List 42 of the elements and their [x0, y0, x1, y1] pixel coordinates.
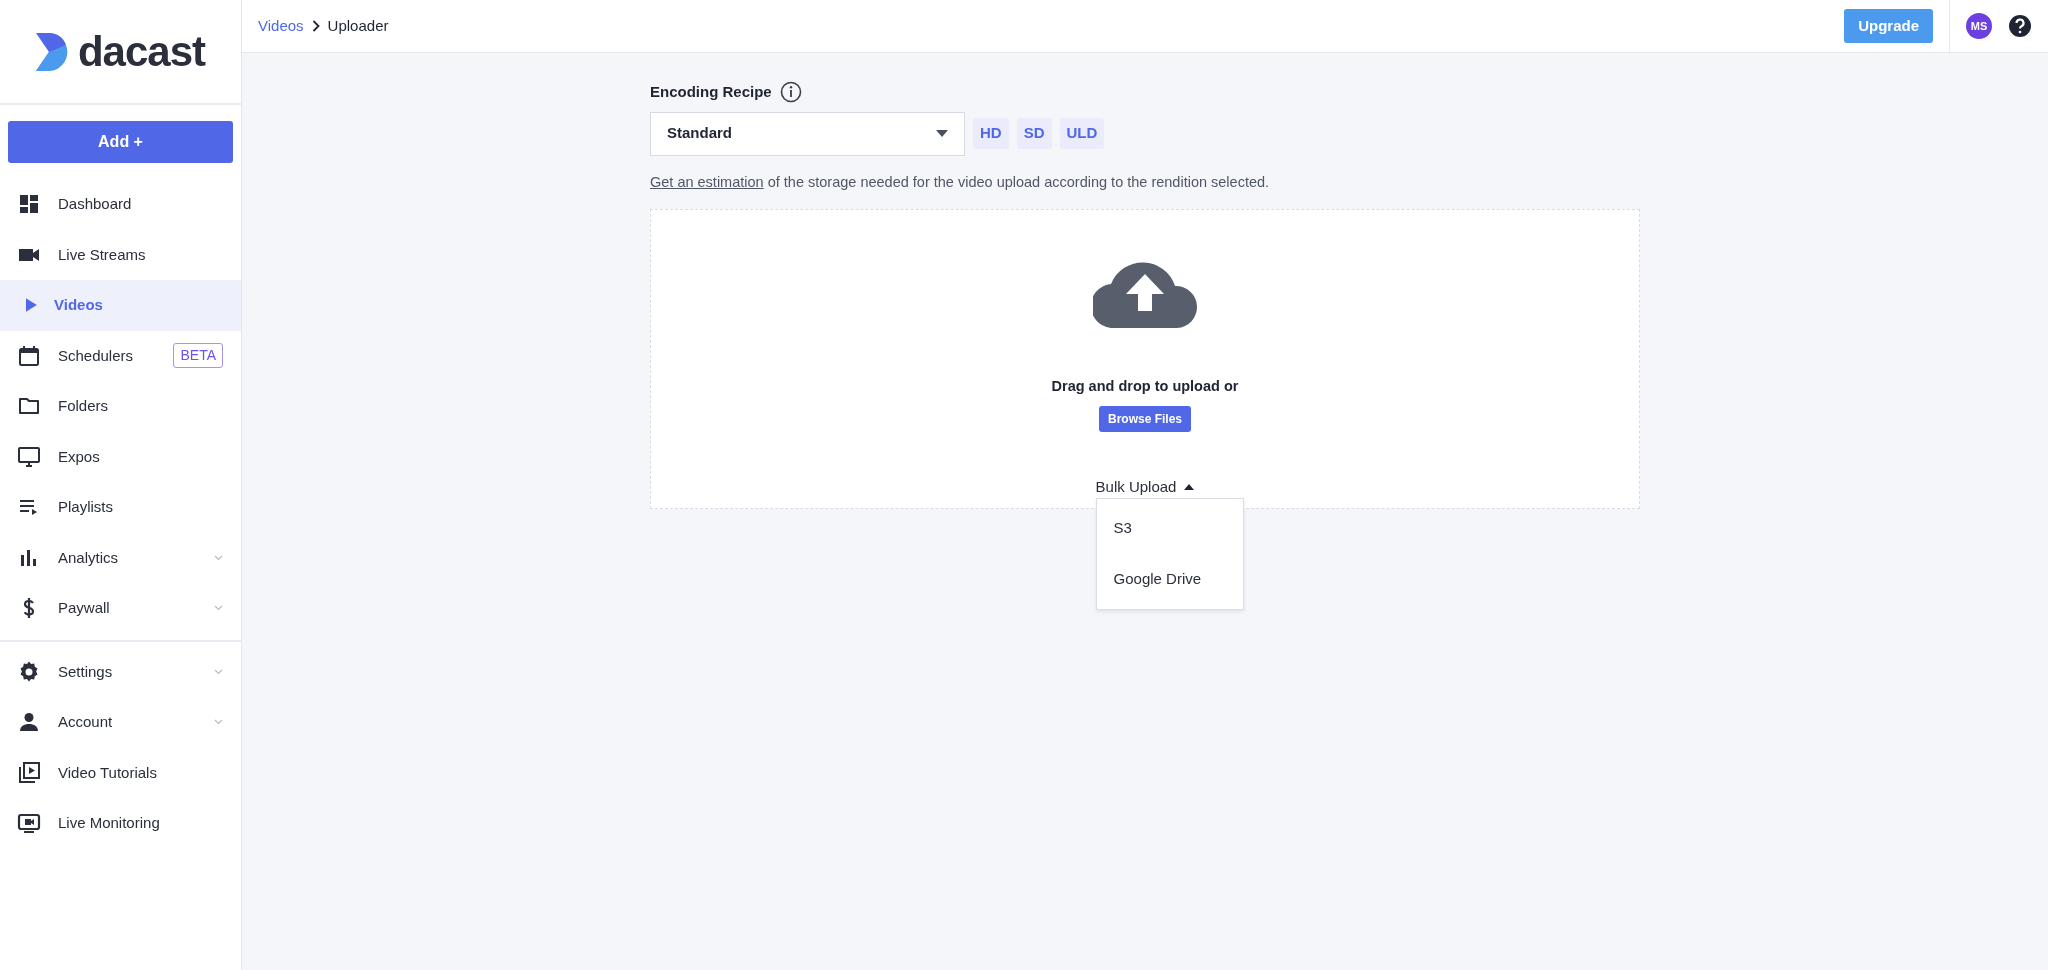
- estimation-link[interactable]: Get an estimation: [650, 173, 764, 190]
- sidebar-item[interactable]: Video Tutorials: [0, 747, 241, 798]
- menu-item[interactable]: Google Drive: [1096, 554, 1243, 605]
- add-button[interactable]: Add +: [8, 121, 233, 163]
- monitor-icon: [17, 444, 41, 469]
- info-icon[interactable]: [779, 81, 802, 104]
- breadcrumb-current: Uploader: [327, 15, 389, 36]
- sidebar-item[interactable]: Dashboard: [0, 179, 241, 230]
- dropzone-text: Drag and drop to upload or: [1051, 377, 1239, 397]
- caret-icon: [1184, 484, 1195, 491]
- menu-item[interactable]: S3: [1096, 503, 1243, 554]
- field-label: Encoding Recipe: [650, 82, 772, 102]
- video-library-icon: [17, 760, 41, 785]
- tv-icon: [17, 811, 41, 836]
- rendition-tag: SD: [1016, 118, 1052, 149]
- sidebar-item[interactable]: Live Streams: [0, 229, 241, 280]
- logo-icon: [35, 32, 70, 71]
- rendition-tag: HD: [973, 118, 1009, 149]
- sidebar-item[interactable]: Schedulers BETA: [0, 330, 241, 381]
- beta-tag: BETA: [173, 343, 223, 369]
- bulk-upload-toggle[interactable]: Bulk Upload: [1095, 476, 1195, 499]
- browse-files-button[interactable]: Browse Files: [1099, 406, 1191, 432]
- caret-icon: [936, 130, 948, 137]
- chevron-right-icon: [311, 20, 320, 32]
- recipe-select[interactable]: Standard: [650, 111, 965, 156]
- sidebar-item[interactable]: Account: [0, 697, 241, 748]
- breadcrumb-link[interactable]: Videos: [258, 14, 304, 38]
- rendition-tag: ULD: [1059, 118, 1105, 149]
- help-icon[interactable]: [2008, 14, 2032, 38]
- sidebar-item[interactable]: Expos: [0, 431, 241, 482]
- sidebar-item[interactable]: Playlists: [0, 482, 241, 533]
- sidebar-item[interactable]: Folders: [0, 381, 241, 432]
- user-avatar[interactable]: MS: [1966, 13, 1992, 39]
- sidebar-item[interactable]: Analytics: [0, 532, 241, 583]
- sidebar-item[interactable]: Videos: [0, 280, 241, 331]
- sidebar-item[interactable]: Live Monitoring: [0, 798, 241, 849]
- select-value: Standard: [667, 123, 732, 144]
- calendar-icon: [17, 343, 41, 368]
- sidebar-item[interactable]: Settings: [0, 646, 241, 697]
- sidebar-item[interactable]: Paywall: [0, 583, 241, 634]
- estimation-note: Get an estimation of the storage needed for the video upload according to the rendition selected.: [650, 172, 1271, 192]
- logo-text: dacast: [77, 27, 206, 77]
